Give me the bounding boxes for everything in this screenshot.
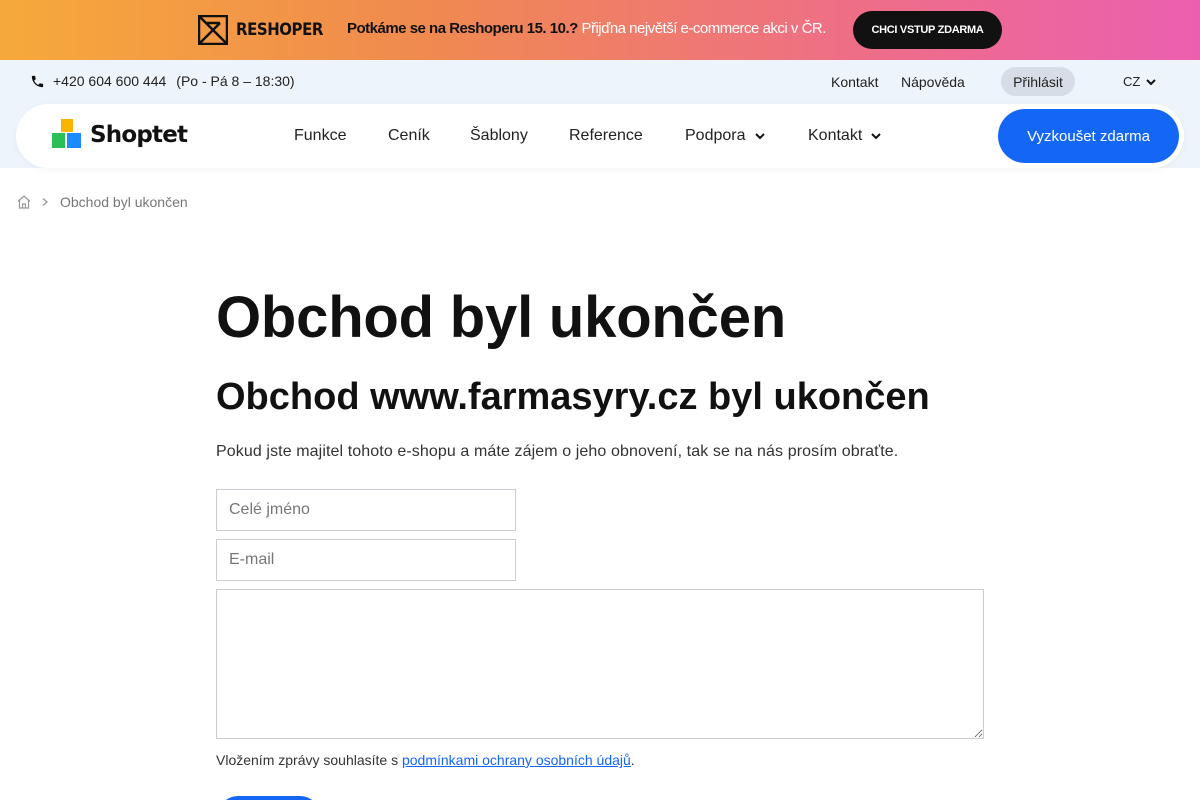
nav-cenik[interactable]: Ceník: [388, 127, 430, 145]
nav-podpora[interactable]: Podpora: [685, 127, 766, 145]
reshoper-logo[interactable]: RESHOPER: [198, 15, 335, 45]
reshoper-logo-icon: [198, 15, 228, 45]
consent-prefix: Vložením zprávy souhlasíte s: [216, 752, 402, 768]
chevron-down-icon: [871, 133, 881, 140]
message-field[interactable]: [216, 589, 984, 739]
promo-text: Potkáme se na Reshoperu 15. 10.? Přijďna…: [347, 20, 826, 37]
nav-podpora-label: Podpora: [685, 127, 746, 144]
consent-suffix: .: [630, 752, 635, 768]
submit-button[interactable]: [218, 796, 320, 800]
nav-kontakt[interactable]: Kontakt: [808, 127, 882, 145]
name-field[interactable]: [216, 489, 516, 531]
breadcrumb: Obchod byl ukončen: [16, 194, 188, 210]
page-title: Obchod byl ukončen: [216, 285, 786, 350]
shoptet-logo[interactable]: Shoptet: [52, 119, 188, 150]
try-free-button[interactable]: Vyzkoušet zdarma: [998, 109, 1179, 163]
login-button[interactable]: Přihlásit: [1001, 67, 1075, 96]
chevron-down-icon: [1146, 78, 1157, 85]
shoptet-logo-icon: [52, 119, 81, 148]
phone-contact[interactable]: +420 604 600 444 (Po - Pá 8 – 18:30): [30, 73, 295, 89]
language-selector[interactable]: CZ: [1123, 74, 1157, 89]
promo-text-light: Přijďna největší e-commerce akci v ČR.: [577, 20, 826, 37]
phone-icon: [31, 75, 44, 87]
email-field[interactable]: [216, 539, 516, 581]
shoptet-logo-text: Shoptet: [90, 121, 188, 148]
home-icon[interactable]: [16, 194, 32, 210]
free-entry-button[interactable]: CHCI VSTUP ZDARMA: [853, 11, 1002, 49]
breadcrumb-current: Obchod byl ukončen: [60, 194, 188, 210]
promo-text-bold: Potkáme se na Reshoperu 15. 10.?: [347, 20, 578, 37]
chevron-right-icon: [42, 198, 48, 206]
reshoper-logo-text: RESHOPER: [236, 20, 323, 40]
privacy-policy-link[interactable]: podmínkami ochrany osobních údajů: [402, 752, 631, 768]
support-hours: (Po - Pá 8 – 18:30): [176, 73, 295, 89]
phone-number: +420 604 600 444: [53, 73, 167, 89]
page-subtitle: Obchod www.farmasyry.cz byl ukončen: [216, 376, 930, 418]
nav-funkce[interactable]: Funkce: [294, 127, 346, 145]
language-label: CZ: [1123, 74, 1141, 89]
nav-kontakt-label: Kontakt: [808, 127, 863, 144]
chevron-down-icon: [754, 133, 765, 140]
promo-banner: RESHOPER Potkáme se na Reshoperu 15. 10.…: [0, 0, 1200, 60]
napoveda-link[interactable]: Nápověda: [901, 74, 965, 90]
lead-text: Pokud jste majitel tohoto e-shopu a máte…: [216, 443, 899, 460]
kontakt-link[interactable]: Kontakt: [831, 74, 878, 90]
nav-reference[interactable]: Reference: [569, 127, 643, 145]
nav-sablony[interactable]: Šablony: [470, 127, 528, 145]
consent-text: Vložením zprávy souhlasíte s podmínkami …: [216, 752, 635, 768]
